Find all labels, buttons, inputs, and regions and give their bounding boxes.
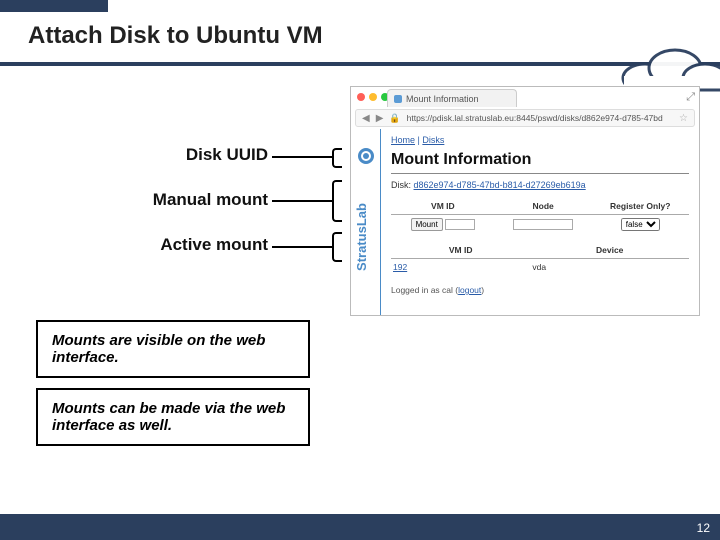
table-row: 192 vda (391, 259, 689, 276)
breadcrumb-home[interactable]: Home (391, 135, 415, 145)
close-icon[interactable] (357, 93, 365, 101)
vmid-link[interactable]: 192 (393, 262, 407, 272)
window-controls (357, 93, 389, 101)
table-row: Mount false (391, 215, 689, 235)
pointer-line (272, 200, 334, 202)
forward-icon[interactable]: ▶ (376, 113, 384, 124)
footer-bar: 12 (0, 514, 720, 540)
disk-uuid-link[interactable]: d862e974-d785-47bd-b814-d27269eb619a (414, 180, 586, 190)
disk-label: Disk: (391, 180, 411, 190)
login-status: Logged in as cal (logout) (391, 285, 689, 295)
node-input[interactable] (513, 219, 573, 230)
bracket (332, 232, 342, 262)
fullscreen-icon[interactable]: ⤢ (686, 91, 695, 104)
lock-icon: 🔒 (389, 113, 400, 124)
url-bar[interactable]: ◀ ▶ 🔒 https://pdisk.lal.stratuslab.eu:84… (355, 109, 695, 127)
svg-text:StratusLab: StratusLab (354, 203, 369, 271)
active-mounts-table: VM ID Device 192 vda (391, 242, 689, 275)
label-disk-uuid: Disk UUID (186, 145, 268, 165)
logged-suffix: ) (481, 285, 484, 295)
col-vmid: VM ID (391, 198, 495, 215)
col-device: Device (530, 242, 689, 259)
pointer-line (272, 156, 334, 158)
logged-prefix: Logged in as cal ( (391, 285, 458, 295)
col-node: Node (495, 198, 592, 215)
stratuslab-logo: StratusLab (351, 129, 381, 315)
mount-button[interactable]: Mount (411, 218, 443, 231)
bracket (332, 180, 342, 222)
title-accent-bar (0, 0, 108, 12)
url-text: https://pdisk.lal.stratuslab.eu:8445/psw… (407, 113, 673, 123)
page-content: Home | Disks Mount Information Disk: d86… (381, 129, 699, 315)
vmid-input[interactable] (445, 219, 475, 230)
mount-form-table: VM ID Node Register Only? Mount false (391, 198, 689, 234)
breadcrumb: Home | Disks (391, 133, 689, 151)
pointer-line (272, 246, 334, 248)
browser-tab[interactable]: Mount Information (387, 89, 517, 107)
note-box-1: Mounts are visible on the web interface. (36, 320, 310, 378)
note-box-2: Mounts can be made via the web interface… (36, 388, 310, 446)
tab-title: Mount Information (406, 94, 479, 104)
col-register: Register Only? (592, 198, 690, 215)
page-number: 12 (697, 521, 710, 535)
bracket (332, 148, 342, 168)
slide-title: Attach Disk to Ubuntu VM (28, 22, 323, 50)
label-manual-mount: Manual mount (153, 190, 268, 210)
disk-line: Disk: d862e974-d785-47bd-b814-d27269eb61… (391, 180, 689, 190)
favicon-icon (394, 95, 402, 103)
label-active-mount: Active mount (160, 235, 268, 255)
browser-screenshot: ⤢ Mount Information ◀ ▶ 🔒 https://pdisk.… (350, 86, 700, 316)
register-select[interactable]: false (621, 218, 660, 231)
page-heading: Mount Information (391, 151, 689, 174)
col-vmid2: VM ID (391, 242, 530, 259)
logout-link[interactable]: logout (458, 285, 481, 295)
back-icon[interactable]: ◀ (362, 113, 370, 124)
bookmark-icon[interactable]: ☆ (679, 113, 688, 124)
breadcrumb-disks[interactable]: Disks (422, 135, 444, 145)
device-value: vda (530, 259, 689, 276)
minimize-icon[interactable] (369, 93, 377, 101)
